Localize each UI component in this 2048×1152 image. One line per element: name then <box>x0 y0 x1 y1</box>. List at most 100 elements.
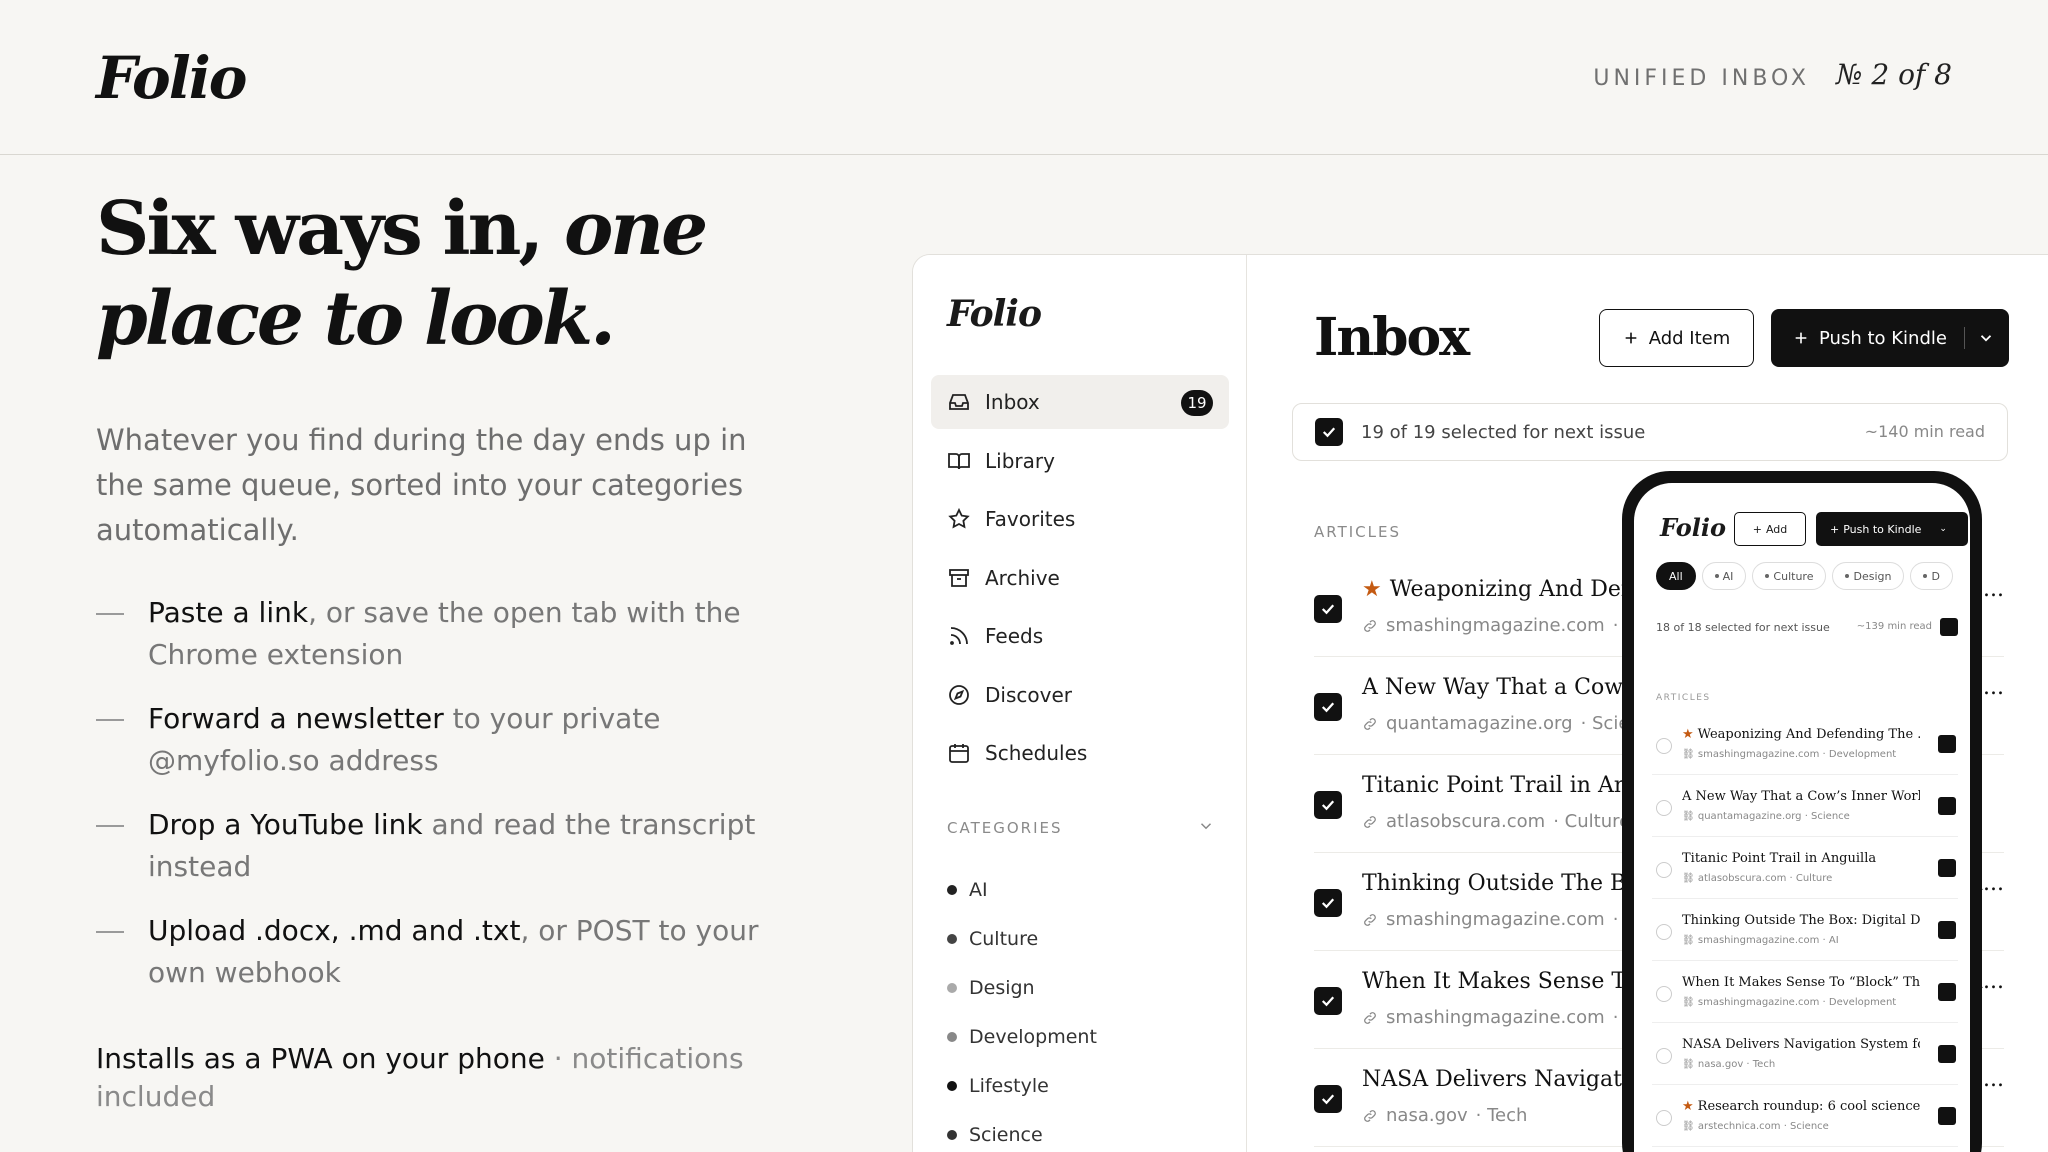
sidebar-item-label: Archive <box>985 565 1060 590</box>
sidebar-item-discover[interactable]: Discover <box>931 668 1229 722</box>
category-dot <box>947 982 957 993</box>
dash-icon <box>96 825 124 827</box>
dash-icon <box>96 931 124 933</box>
feature-list: Paste a link, or save the open tab with … <box>96 592 816 1016</box>
phone-category-pill[interactable]: Culture <box>1752 562 1827 590</box>
link-icon <box>1364 815 1376 828</box>
phone-article-title: ★ Research roundup: 6 cool science... <box>1682 1099 1920 1114</box>
sidebar-item-inbox[interactable]: Inbox 19 <box>931 375 1229 429</box>
phone-article-checkbox[interactable] <box>1938 921 1956 939</box>
article-title: Thinking Outside The Box <box>1362 871 1652 896</box>
sidebar-item-feeds[interactable]: Feeds <box>931 609 1229 663</box>
sidebar-item-label: Schedules <box>985 741 1088 765</box>
sidebar-item-label: Inbox <box>985 390 1040 414</box>
article-title-text: NASA Delivers Navigation <box>1362 1067 1657 1092</box>
category-dot <box>1765 574 1770 578</box>
list-item[interactable]: ★ Weaponizing And Defending The ... ⛓ smas… <box>1652 713 1958 775</box>
article-title-overflow: ... <box>1983 1067 2004 1092</box>
phone-article-title: ★ Weaponizing And Defending The ... <box>1682 727 1920 742</box>
feature-bold: Paste a link <box>148 596 309 629</box>
article-checkbox[interactable] <box>1314 987 1342 1015</box>
categories-header[interactable]: CATEGORIES <box>947 819 1215 837</box>
phone-article-checkbox[interactable] <box>1938 1045 1956 1063</box>
phone-article-list: ★ Weaponizing And Defending The ... ⛓ smas… <box>1652 713 1958 1147</box>
phone-mockup: Folio + Add + Push to Kindle ⌄ All AI Culture… <box>1622 471 1982 1152</box>
radio-ring[interactable] <box>1656 924 1672 940</box>
category-item-science[interactable]: Science <box>947 1110 1097 1152</box>
category-item-development[interactable]: Development <box>947 1012 1097 1061</box>
list-item[interactable]: A New Way That a Cow’s Inner World... ⛓ q… <box>1652 775 1958 837</box>
category-item-ai[interactable]: AI <box>947 865 1097 914</box>
feature-bold: Upload .docx, .md and .txt <box>148 914 521 947</box>
sidebar-item-library[interactable]: Library <box>931 434 1229 488</box>
category-item-design[interactable]: Design <box>947 963 1097 1012</box>
plus-icon <box>1795 332 1807 344</box>
phone-article-checkbox[interactable] <box>1938 1107 1956 1125</box>
chevron-down-icon[interactable]: ⌄ <box>1939 524 1947 534</box>
chevron-down-icon[interactable] <box>1197 817 1215 835</box>
sidebar-item-favorites[interactable]: Favorites <box>931 492 1229 546</box>
radio-ring[interactable] <box>1656 986 1672 1002</box>
book-icon <box>948 452 970 469</box>
article-checkbox[interactable] <box>1314 693 1342 721</box>
category-list: AI Culture Design Development Lifestyle … <box>947 865 1097 1152</box>
phone-article-checkbox[interactable] <box>1938 983 1956 1001</box>
phone-article-checkbox[interactable] <box>1938 735 1956 753</box>
phone-category-pill[interactable]: D <box>1910 562 1953 590</box>
phone-article-checkbox[interactable] <box>1938 797 1956 815</box>
radio-ring[interactable] <box>1656 1110 1672 1126</box>
feature-item: Upload .docx, .md and .txt, or POST to y… <box>96 910 816 994</box>
list-item[interactable]: Thinking Outside The Box: Digital D... ⛓ … <box>1652 899 1958 961</box>
category-item-culture[interactable]: Culture <box>947 914 1097 963</box>
article-title-text: A New Way That a Cow’s I <box>1362 675 1657 700</box>
radio-ring[interactable] <box>1656 1048 1672 1064</box>
list-item[interactable]: NASA Delivers Navigation System fo... ⛓ n… <box>1652 1023 1958 1085</box>
phone-select-all-checkbox[interactable] <box>1940 618 1958 636</box>
phone-category-pill[interactable]: All <box>1656 562 1696 590</box>
phone-category-pill[interactable]: AI <box>1701 562 1747 590</box>
phone-article-meta: ⛓ smashingmagazine.com · AI <box>1682 935 1839 946</box>
sidebar-item-archive[interactable]: Archive <box>931 551 1229 605</box>
link-icon <box>1364 913 1376 926</box>
check-icon <box>1321 996 1335 1007</box>
phone-article-title-text: NASA Delivers Navigation System fo... <box>1682 1037 1920 1052</box>
add-item-label: Add Item <box>1648 327 1731 349</box>
list-item[interactable]: When It Makes Sense To “Block” Th... ⛓ sm… <box>1652 961 1958 1023</box>
feature-bold: Drop a YouTube link <box>148 808 423 841</box>
category-item-lifestyle[interactable]: Lifestyle <box>947 1061 1097 1110</box>
phone-category-pill[interactable]: Design <box>1832 562 1905 590</box>
article-category: · Tech <box>1475 1105 1528 1126</box>
article-checkbox[interactable] <box>1314 791 1342 819</box>
article-checkbox[interactable] <box>1314 889 1342 917</box>
phone-article-checkbox[interactable] <box>1938 859 1956 877</box>
article-checkbox[interactable] <box>1314 1085 1342 1113</box>
page-title: Inbox <box>1314 307 1470 368</box>
add-item-button[interactable]: Add Item <box>1599 309 1754 367</box>
select-all-checkbox[interactable] <box>1315 418 1343 446</box>
push-to-kindle-button[interactable]: Push to Kindle <box>1771 309 2009 367</box>
article-meta: atlasobscura.com · Culture <box>1362 811 1630 832</box>
article-checkbox[interactable] <box>1314 595 1342 623</box>
phone-article-source: atlasobscura.com · Culture <box>1697 873 1833 884</box>
sidebar-item-schedules[interactable]: Schedules <box>931 726 1229 780</box>
article-meta: smashingmagazine.com· A <box>1362 909 1636 930</box>
selection-bar: 19 of 19 selected for next issue ~140 mi… <box>1292 403 2008 461</box>
phone-article-source: smashingmagazine.com · Development <box>1697 749 1897 760</box>
phone-add-button[interactable]: + Add <box>1734 512 1806 546</box>
radio-ring[interactable] <box>1656 862 1672 878</box>
radio-ring[interactable] <box>1656 800 1672 816</box>
chevron-down-icon[interactable] <box>1977 329 1995 347</box>
calendar-icon <box>949 744 969 763</box>
phone-article-title: Thinking Outside The Box: Digital D... <box>1682 913 1920 928</box>
phone-push-to-kindle-button[interactable]: + Push to Kindle ⌄ <box>1816 512 1968 546</box>
radio-ring[interactable] <box>1656 738 1672 754</box>
category-dot <box>947 933 957 944</box>
phone-article-meta: ⛓ quantamagazine.org · Science <box>1682 811 1850 822</box>
sidebar-item-label: Library <box>985 448 1055 473</box>
dash-icon <box>96 719 124 721</box>
feature-item: Forward a newsletter to your private @my… <box>96 698 816 782</box>
phone-kindle-label: Push to Kindle <box>1843 522 1922 536</box>
list-item[interactable]: ★ Research roundup: 6 cool science... ⛓ ar… <box>1652 1085 1958 1147</box>
article-title: When It Makes Sense To “ <box>1362 969 1656 994</box>
list-item[interactable]: Titanic Point Trail in Anguilla ⛓ atlasob… <box>1652 837 1958 899</box>
